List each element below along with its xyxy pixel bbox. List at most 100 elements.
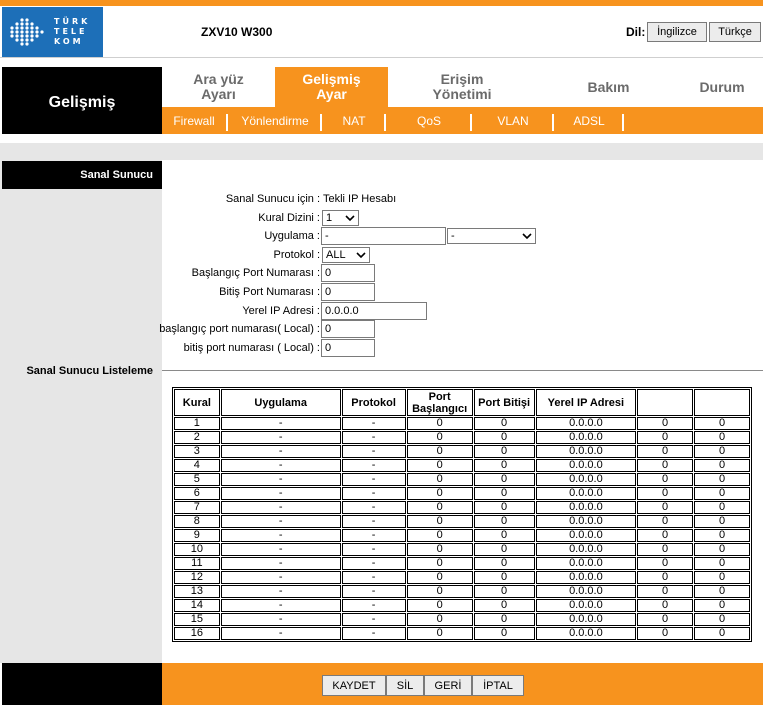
table-body: 1- -0 0 0.0.0.0 0 0 2- -0 0 0.0.0.0 0 0 3- -0 0 0.0.0.0…: [174, 417, 750, 640]
table-row: 2- -0 0 0.0.0.0 0 0: [174, 431, 750, 444]
port-end-cell: 0: [473, 473, 535, 486]
protocol-cell: -: [341, 557, 406, 570]
application-cell: -: [220, 431, 341, 444]
port-start-cell: 0: [406, 417, 473, 430]
local-ip-cell: 0.0.0.0: [535, 417, 637, 430]
local-ip-cell: 0.0.0.0: [535, 613, 637, 626]
header-application: Uygulama: [220, 389, 341, 416]
arrow-logo-icon: [10, 18, 44, 46]
local-start-cell: 0: [637, 627, 694, 640]
delete-button[interactable]: SİL: [386, 675, 424, 696]
table-row: 7- -0 0 0.0.0.0 0 0: [174, 501, 750, 514]
header-divider: [0, 57, 763, 58]
local-end-cell: 0: [694, 487, 750, 500]
footer-left-block: [2, 663, 162, 705]
protocol-select[interactable]: ALL: [322, 247, 370, 263]
rule-index-select[interactable]: 1: [322, 210, 359, 226]
local-start-cell: 0: [637, 445, 694, 458]
cancel-button[interactable]: İPTAL: [472, 675, 524, 696]
local-start-cell: 0: [637, 557, 694, 570]
port-end-cell: 0: [473, 627, 535, 640]
subtab-vlan[interactable]: VLAN: [474, 114, 554, 131]
port-start-cell: 0: [406, 571, 473, 584]
local-end-cell: 0: [694, 431, 750, 444]
port-start-cell: 0: [406, 459, 473, 472]
local-end-cell: 0: [694, 613, 750, 626]
rule-cell: 9: [174, 529, 220, 542]
tab-maintenance[interactable]: Bakım: [536, 67, 681, 107]
table-row: 16- -0 0 0.0.0.0 0 0: [174, 627, 750, 640]
local-end-cell: 0: [694, 557, 750, 570]
port-end-cell: 0: [473, 585, 535, 598]
rule-cell: 3: [174, 445, 220, 458]
protocol-cell: -: [341, 459, 406, 472]
end-port-input[interactable]: [321, 283, 375, 301]
header-port-end: Port Bitişi: [473, 389, 535, 416]
application-cell: -: [220, 459, 341, 472]
application-cell: -: [220, 417, 341, 430]
local-ip-cell: 0.0.0.0: [535, 599, 637, 612]
application-cell: -: [220, 543, 341, 556]
turk-telekom-logo: TÜRK TELE KOM: [2, 7, 103, 57]
tab-advanced-setup[interactable]: Gelişmiş Ayar: [275, 67, 388, 107]
application-cell: -: [220, 529, 341, 542]
header-rule: Kural: [174, 389, 220, 416]
local-start-cell: 0: [637, 487, 694, 500]
back-button[interactable]: GERİ: [424, 675, 472, 696]
local-start-cell: 0: [637, 431, 694, 444]
local-end-port-input[interactable]: [321, 339, 375, 357]
subtab-qos[interactable]: QoS: [388, 114, 472, 131]
local-end-cell: 0: [694, 417, 750, 430]
table-row: 3- -0 0 0.0.0.0 0 0: [174, 445, 750, 458]
rule-cell: 6: [174, 487, 220, 500]
local-ip-cell: 0.0.0.0: [535, 585, 637, 598]
port-end-cell: 0: [473, 529, 535, 542]
application-select-value: -: [451, 230, 455, 242]
port-start-cell: 0: [406, 487, 473, 500]
local-end-cell: 0: [694, 585, 750, 598]
port-start-cell: 0: [406, 431, 473, 444]
start-port-input[interactable]: [321, 264, 375, 282]
turkish-button[interactable]: Türkçe: [709, 22, 761, 42]
rule-cell: 4: [174, 459, 220, 472]
header-protocol: Protokol: [341, 389, 406, 416]
local-end-cell: 0: [694, 515, 750, 528]
virtual-server-list-heading: Sanal Sunucu Listeleme: [26, 365, 153, 377]
language-label: Dil:: [626, 25, 646, 39]
table-row: 14- -0 0 0.0.0.0 0 0: [174, 599, 750, 612]
save-button[interactable]: KAYDET: [322, 675, 386, 696]
english-button[interactable]: İngilizce: [647, 22, 707, 42]
tab-label: Ayarı: [201, 86, 236, 102]
subtab-firewall[interactable]: Firewall: [162, 114, 228, 131]
chevron-down-icon: [522, 233, 532, 240]
port-start-cell: 0: [406, 557, 473, 570]
local-start-cell: 0: [637, 501, 694, 514]
application-cell: -: [220, 585, 341, 598]
port-end-cell: 0: [473, 571, 535, 584]
subtab-routing[interactable]: Yönlendirme: [230, 114, 322, 131]
subtab-adsl[interactable]: ADSL: [556, 114, 624, 131]
application-input[interactable]: [321, 227, 446, 245]
application-cell: -: [220, 445, 341, 458]
tab-interface-setup[interactable]: Ara yüz Ayarı: [162, 67, 275, 107]
application-select[interactable]: -: [447, 228, 536, 244]
rule-cell: 16: [174, 627, 220, 640]
tab-status[interactable]: Durum: [681, 67, 763, 107]
local-start-cell: 0: [637, 459, 694, 472]
protocol-cell: -: [341, 515, 406, 528]
rule-cell: 7: [174, 501, 220, 514]
subtab-nat[interactable]: NAT: [324, 114, 386, 131]
application-label: Uygulama :: [264, 230, 320, 242]
port-end-cell: 0: [473, 543, 535, 556]
local-end-cell: 0: [694, 571, 750, 584]
protocol-cell: -: [341, 613, 406, 626]
rule-cell: 2: [174, 431, 220, 444]
local-end-cell: 0: [694, 445, 750, 458]
local-ip-input[interactable]: [321, 302, 427, 320]
protocol-cell: -: [341, 487, 406, 500]
local-start-cell: 0: [637, 571, 694, 584]
local-start-port-input[interactable]: [321, 320, 375, 338]
local-start-cell: 0: [637, 473, 694, 486]
rule-index-label: Kural Dizini :: [258, 212, 320, 224]
tab-access-management[interactable]: Erişim Yönetimi: [388, 67, 536, 107]
